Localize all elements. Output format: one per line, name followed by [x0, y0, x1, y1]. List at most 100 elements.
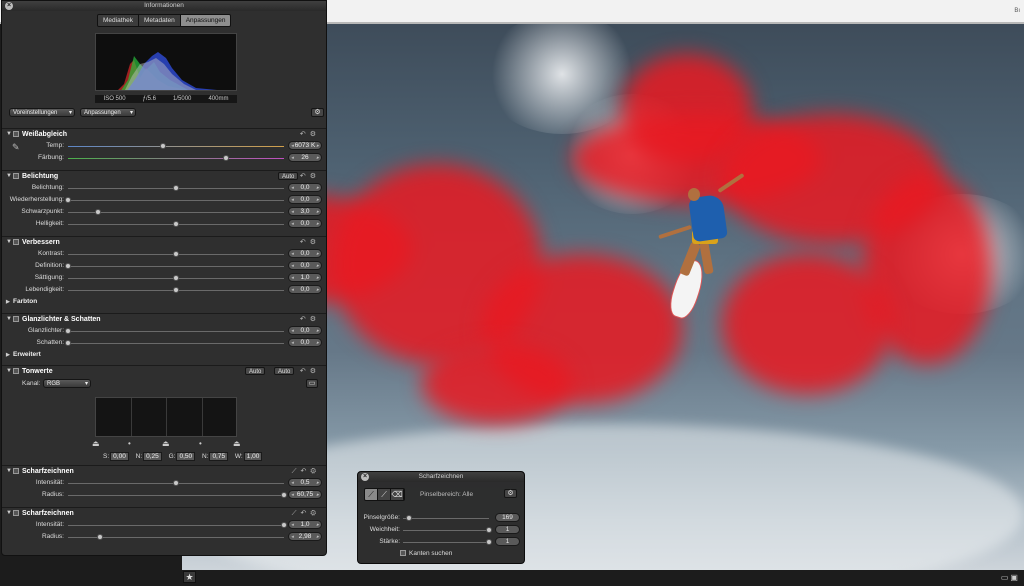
value-stepper[interactable]: ◂ 1,0 ▸ — [288, 520, 322, 529]
auto-button[interactable]: Auto — [278, 172, 299, 180]
slider-knob[interactable] — [173, 251, 179, 257]
auto-levels-button[interactable]: Auto — [245, 367, 266, 375]
slider-knob[interactable] — [281, 522, 287, 528]
slider-knob[interactable] — [222, 155, 229, 161]
reset-icon[interactable]: ↶⚙ — [300, 367, 320, 375]
slider-knob[interactable] — [173, 480, 179, 486]
slider-knob[interactable] — [173, 185, 179, 191]
reset-icon[interactable]: ↶⚙ — [300, 315, 320, 323]
value-stepper[interactable]: ◂ 0,0 ▸ — [288, 285, 322, 294]
level-field[interactable]: 0,25 — [143, 452, 162, 461]
slider-track[interactable] — [403, 518, 489, 519]
reset-icon[interactable]: ↶⚙ — [300, 130, 320, 138]
slider-track[interactable] — [68, 200, 284, 201]
tab-metadaten[interactable]: Metadaten — [139, 15, 181, 26]
feather-brush-icon[interactable]: ⟋ — [378, 489, 391, 500]
presets-popup[interactable]: Voreinstellungen — [9, 108, 75, 117]
value-stepper[interactable]: ◂ 0,0 ▸ — [288, 195, 322, 204]
disclosure-triangle-icon[interactable]: ▼ — [6, 131, 12, 137]
slider-knob[interactable] — [281, 492, 287, 498]
value-stepper[interactable]: ◂ 0,0 ▸ — [288, 183, 322, 192]
slider-track[interactable] — [68, 331, 284, 332]
gear-icon[interactable]: ⚙ — [311, 108, 324, 117]
section-checkbox[interactable] — [13, 131, 19, 137]
slider-track[interactable] — [68, 158, 284, 159]
gray-point-handle[interactable]: ⏏ — [162, 439, 170, 448]
slider-knob[interactable] — [173, 287, 179, 293]
disclosure-triangle-icon[interactable]: ▼ — [6, 510, 12, 516]
value-stepper[interactable]: ◂ 0,0 ▸ — [288, 261, 322, 270]
value-stepper[interactable]: ◂ 0,0 ▸ — [288, 338, 322, 347]
tab-anpassungen[interactable]: Anpassungen — [180, 15, 231, 26]
adjustments-popup[interactable]: Anpassungen — [80, 108, 136, 117]
disclosure-triangle-icon[interactable]: ▼ — [6, 316, 12, 322]
slider-knob[interactable] — [65, 328, 71, 334]
value-stepper[interactable]: ◂ 26 ▸ — [288, 153, 322, 162]
value-stepper[interactable]: ◂ 60,75 ▸ — [288, 490, 322, 499]
section-checkbox[interactable] — [13, 368, 19, 374]
value-stepper[interactable]: ◂ 6073 K ▸ — [288, 141, 322, 150]
value-stepper[interactable]: ◂ 1,0 ▸ — [288, 273, 322, 282]
section-checkbox[interactable] — [13, 239, 19, 245]
three-quarter-handle[interactable]: • — [199, 439, 202, 448]
star-icon[interactable]: ★ — [183, 571, 196, 583]
level-field[interactable]: 0,50 — [176, 452, 196, 461]
slider-track[interactable] — [68, 266, 284, 267]
disclosure-triangle-icon[interactable]: ▼ — [6, 368, 12, 374]
eraser-icon[interactable]: ⌫ — [391, 489, 404, 500]
brush-icon[interactable]: ⟋↶⚙ — [292, 509, 320, 518]
slider-track[interactable] — [68, 343, 284, 344]
value-stepper[interactable]: ◂ 0,0 ▸ — [288, 326, 322, 335]
level-field[interactable]: 0,75 — [209, 452, 229, 461]
slider-knob[interactable] — [65, 263, 71, 269]
quarter-handle[interactable]: • — [128, 439, 131, 448]
slider-knob[interactable] — [65, 197, 71, 203]
slider-knob[interactable] — [406, 515, 413, 521]
value-stepper[interactable]: ◂ 0,0 ▸ — [288, 219, 322, 228]
slider-track[interactable] — [68, 525, 284, 526]
value-stepper[interactable]: 1 — [495, 537, 520, 546]
checkbox-box[interactable] — [400, 550, 406, 556]
slider-track[interactable] — [68, 495, 284, 496]
farbton-disclosure[interactable]: Farbton — [2, 296, 326, 308]
slider-knob[interactable] — [95, 209, 102, 215]
value-stepper[interactable]: ◂ 2,98 ▸ — [288, 532, 322, 541]
value-stepper[interactable]: 169 — [495, 513, 520, 522]
levels-options-icon[interactable]: ▭ — [306, 379, 318, 388]
slider-knob[interactable] — [173, 221, 179, 227]
slider-knob[interactable] — [65, 340, 71, 346]
slider-knob[interactable] — [486, 539, 492, 545]
slider-track[interactable] — [403, 530, 489, 531]
disclosure-triangle-icon[interactable]: ▼ — [6, 173, 12, 179]
reset-icon[interactable]: ↶⚙ — [300, 238, 320, 246]
slider-track[interactable] — [403, 542, 489, 543]
value-stepper[interactable]: ◂ 0,5 ▸ — [288, 478, 322, 487]
value-stepper[interactable]: ◂ 3,0 ▸ — [288, 207, 322, 216]
black-point-handle[interactable]: ⏏ — [92, 439, 100, 448]
tab-mediathek[interactable]: Mediathek — [98, 15, 139, 26]
slider-track[interactable] — [68, 146, 284, 147]
slider-knob[interactable] — [173, 275, 179, 281]
gear-icon[interactable]: ⚙ — [504, 489, 517, 498]
section-checkbox[interactable] — [13, 510, 19, 516]
disclosure-triangle-icon[interactable]: ▼ — [6, 239, 12, 245]
value-stepper[interactable]: 1 — [495, 525, 520, 534]
close-icon[interactable]: × — [361, 473, 369, 481]
edge-detect-checkbox[interactable]: Kanten suchen — [400, 550, 452, 557]
auto-levels-button[interactable]: Auto — [274, 367, 295, 375]
brush-icon[interactable]: ⟋↶⚙ — [292, 467, 320, 476]
value-stepper[interactable]: ◂ 0,0 ▸ — [288, 249, 322, 258]
view-mode-icons[interactable]: ▭▣ — [1001, 573, 1020, 582]
section-checkbox[interactable] — [13, 468, 19, 474]
slider-knob[interactable] — [97, 534, 104, 540]
section-checkbox[interactable] — [13, 173, 19, 179]
slider-knob[interactable] — [160, 143, 167, 149]
disclosure-triangle-icon[interactable]: ▼ — [6, 468, 12, 474]
erweitert-disclosure[interactable]: Erweitert — [2, 349, 326, 361]
white-point-handle[interactable]: ⏏ — [233, 439, 241, 448]
level-field[interactable]: 0,00 — [110, 452, 129, 461]
section-checkbox[interactable] — [13, 316, 19, 322]
brush-icon[interactable]: ⟋ — [365, 489, 378, 500]
slider-knob[interactable] — [486, 527, 492, 533]
close-icon[interactable]: × — [5, 2, 13, 10]
